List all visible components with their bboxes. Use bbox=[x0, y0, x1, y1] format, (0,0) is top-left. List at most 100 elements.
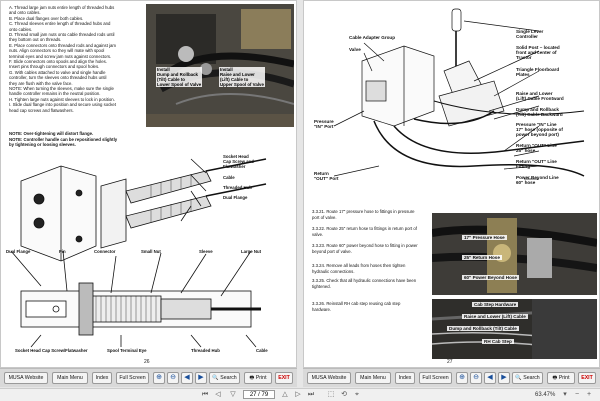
callout-valve: Valve bbox=[349, 47, 361, 52]
photo-cab-label: RH Cab Step bbox=[482, 339, 514, 344]
cable-assembly-diagram bbox=[10, 158, 267, 348]
instruction-line: A. Thread large jam nuts entire length o… bbox=[9, 5, 115, 10]
zoom-dropdown-icon[interactable]: ▾ bbox=[560, 390, 570, 400]
instruction-line: controller, turn the sleeves onto thread… bbox=[9, 75, 107, 81]
next-page-icon[interactable]: ▷ bbox=[293, 390, 303, 400]
instruction-line: D. Thread small jam nuts onto cable thre… bbox=[9, 32, 115, 37]
prev-page-icon[interactable]: ◁ bbox=[213, 390, 223, 400]
step-line: 3.3.26. Reinstall RH cab step reusing ca… bbox=[312, 301, 401, 306]
photo-cab-label: Dump and Rollback (Tilt) Cable bbox=[447, 326, 519, 331]
toolbar-left: MUSA Website Main Menu Index Full Screen… bbox=[0, 368, 297, 387]
musa-website-button[interactable]: MUSA Website bbox=[307, 372, 351, 384]
page-number-input[interactable]: 27 / 79 bbox=[243, 390, 275, 399]
callout-return-fitting: Return "OUT" Line Fitting bbox=[516, 159, 557, 169]
label-socket-flatwasher: Socket Head Cap Screw/Flatwasher bbox=[15, 348, 88, 353]
page-down-icon[interactable]: ▽ bbox=[228, 390, 238, 400]
instruction-line: and onto cables. bbox=[9, 10, 41, 16]
instruction-line: Insert pins through connectors and spool… bbox=[9, 64, 100, 70]
previous-page-icon[interactable]: ◀ bbox=[484, 372, 496, 384]
next-page-icon[interactable]: ▶ bbox=[195, 372, 207, 384]
print-label: Print bbox=[558, 375, 570, 381]
photo-label-dump-rollback: Install Dump and Rollback (Tilt) Cable t… bbox=[156, 67, 203, 87]
last-page-icon[interactable]: ⏭ bbox=[306, 390, 316, 400]
zoom-in-viewer-icon[interactable]: + bbox=[584, 390, 594, 400]
instruction-line: head cap screws and flatwashers. bbox=[9, 107, 74, 113]
hydraulic-routing-diagram bbox=[333, 8, 585, 180]
left-manual-page: A. Thread large jam nuts entire length o… bbox=[0, 0, 297, 368]
hose-connection-photo: 17" Pressure Hose 25" Return Hose 60" Powe… bbox=[432, 213, 597, 295]
callout-triangle-plates: Triangle Floorboard Plates bbox=[516, 67, 560, 77]
right-manual-page: Cable Adapter Group Valve Single Lever C… bbox=[303, 0, 600, 368]
main-menu-button[interactable]: Main Menu bbox=[52, 372, 88, 384]
photo-hose-label: 17" Pressure Hose bbox=[462, 235, 507, 240]
search-label: Search bbox=[523, 375, 540, 381]
photo-hose-label: 25" Return Hose bbox=[462, 255, 502, 260]
instruction-line: H. Tighten large nuts against sleeves to… bbox=[9, 96, 115, 102]
callout-dump-rollback: Dump and Rollback (Tilt) Cable Backward bbox=[516, 107, 563, 117]
toolbar-right: MUSA Website Main Menu Index Full Screen… bbox=[303, 368, 600, 387]
search-label: Search bbox=[220, 375, 237, 381]
callout-socket-screw: Socket Head Cap Screw and Flatwasher bbox=[223, 154, 254, 169]
zoom-out-icon[interactable]: ⊖ bbox=[167, 372, 179, 384]
photo-label-raise-lower: Install Raise and Lower (Lift) Cable to … bbox=[219, 67, 265, 87]
search-icon: 🔍 bbox=[212, 375, 219, 381]
callout-return-out-line: Return "OUT" Line 25" hose bbox=[516, 143, 557, 153]
rotate-icon[interactable]: ⟲ bbox=[339, 390, 349, 400]
note-controller-2: by tightening or loosing sleeves. bbox=[9, 142, 76, 147]
step-line: hydraulic connections. bbox=[312, 269, 355, 274]
label-small-nut: Small Nut bbox=[141, 249, 161, 254]
musa-website-button[interactable]: MUSA Website bbox=[4, 372, 48, 384]
callout-solid-post: Solid Post – located front and center of… bbox=[516, 45, 560, 60]
instruction-line: C. Thread sleeves entire length of threa… bbox=[9, 21, 111, 27]
full-screen-button[interactable]: Full Screen bbox=[419, 372, 452, 384]
step-line: 3.3.24. Remove all leads from hoses then… bbox=[312, 263, 406, 268]
instruction-line: handle controller remains in the neutral… bbox=[9, 91, 101, 97]
previous-page-icon[interactable]: ◀ bbox=[181, 372, 193, 384]
zoom-in-icon[interactable]: ⊕ bbox=[153, 372, 165, 384]
label-cable: Cable bbox=[256, 348, 268, 353]
instruction-line: they bottom out on threads. bbox=[9, 37, 62, 43]
note-overtightening: NOTE: Over-tightening will distort flang… bbox=[9, 131, 94, 136]
instruction-line: E. Place connectors onto threaded rods a… bbox=[9, 42, 117, 48]
instruction-line: G. With cables attached to valve and sin… bbox=[9, 69, 106, 75]
print-button[interactable]: 🖶 Print bbox=[244, 372, 272, 384]
main-menu-button[interactable]: Main Menu bbox=[355, 372, 391, 384]
select-tool-icon[interactable]: ⌖ bbox=[352, 390, 362, 400]
search-button[interactable]: 🔍 Search bbox=[209, 372, 240, 384]
print-button[interactable]: 🖶 Print bbox=[547, 372, 575, 384]
callout-cable-adapter: Cable Adapter Group bbox=[349, 35, 396, 40]
instruction-line: NOTE: When turning the sleeves, make sur… bbox=[9, 86, 114, 91]
instruction-line: terminal eyes and screw jam nuts against… bbox=[9, 53, 112, 59]
index-button[interactable]: Index bbox=[395, 372, 415, 384]
step-line: port of valve. bbox=[312, 215, 337, 220]
photo-hose-label: 60" Power Beyond Hose bbox=[462, 275, 519, 280]
step-line: tightened. bbox=[312, 284, 331, 289]
callout-dual-flange: Dual Flange bbox=[223, 195, 248, 200]
page-number: 26 bbox=[144, 359, 150, 365]
instruction-line: F. Slide connectors onto spools and alig… bbox=[9, 59, 107, 64]
full-screen-button[interactable]: Full Screen bbox=[116, 372, 149, 384]
label-large-nut: Large Nut bbox=[241, 249, 262, 254]
zoom-level[interactable]: 63.47% bbox=[535, 390, 555, 400]
step-line: 3.3.25. Check that all hydraulic connect… bbox=[312, 278, 417, 283]
exit-button[interactable]: EXIT bbox=[578, 372, 596, 384]
zoom-out-viewer-icon[interactable]: − bbox=[572, 390, 582, 400]
page-up-icon[interactable]: △ bbox=[280, 390, 290, 400]
callout-pressure-in-line: Pressure "IN" Line 17" hose (opposite of… bbox=[516, 122, 563, 137]
label-spool-eye: Spool Terminal Eye bbox=[107, 348, 147, 353]
print-icon: 🖶 bbox=[552, 375, 558, 381]
fit-page-icon[interactable]: ⬚ bbox=[326, 390, 336, 400]
search-button[interactable]: 🔍 Search bbox=[512, 372, 543, 384]
index-button[interactable]: Index bbox=[92, 372, 112, 384]
next-page-icon[interactable]: ▶ bbox=[498, 372, 510, 384]
print-icon: 🖶 bbox=[249, 375, 255, 381]
photo-cab-label: Raise and Lower (Lift) Cable bbox=[462, 314, 528, 319]
label-connector: Connector bbox=[94, 249, 116, 254]
search-icon: 🔍 bbox=[515, 375, 522, 381]
first-page-icon[interactable]: ⏮ bbox=[200, 390, 210, 400]
exit-button[interactable]: EXIT bbox=[275, 372, 293, 384]
callout-power-beyond: Power Beyond Line 60" hose bbox=[516, 175, 559, 185]
zoom-in-icon[interactable]: ⊕ bbox=[456, 372, 468, 384]
zoom-out-icon[interactable]: ⊖ bbox=[470, 372, 482, 384]
valve-cable-photo: Install Dump and Rollback (Tilt) Cable t… bbox=[146, 4, 294, 127]
